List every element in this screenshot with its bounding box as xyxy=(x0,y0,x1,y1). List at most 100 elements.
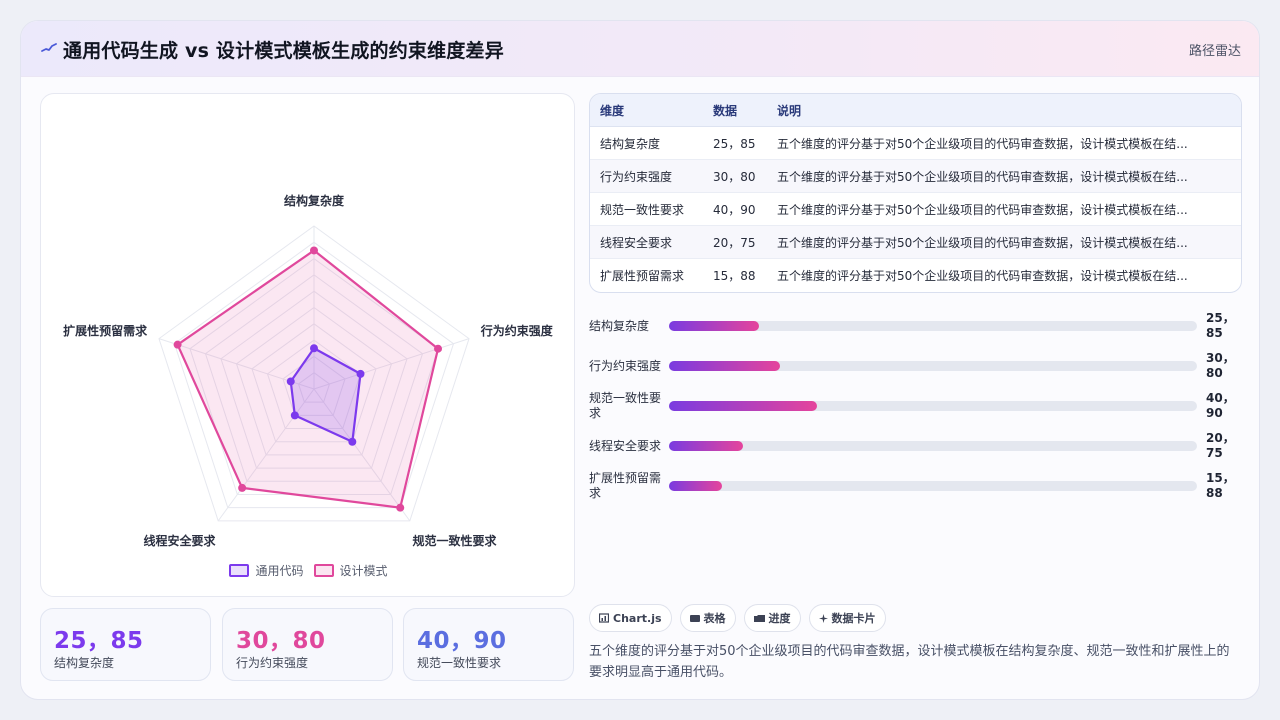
progress-label: 行为约束强度 xyxy=(589,358,662,373)
stat-card: 25，85 结构复杂度 xyxy=(40,608,211,681)
stat-label: 规范一致性要求 xyxy=(417,656,502,670)
feature-chips: Chart.js 表格 进度 数据卡片 xyxy=(589,604,886,632)
chip-table[interactable]: 表格 xyxy=(679,604,736,632)
cell-note: 五个维度的评分基于对50个企业级项目的代码审查数据，设计模式模板在结... xyxy=(777,136,1188,151)
legend-item-pattern[interactable]: 设计模式 xyxy=(313,560,388,580)
col-header-note[interactable]: 说明 xyxy=(767,102,1241,119)
table-row: 线程安全要求 20，75 五个维度的评分基于对50个企业级项目的代码审查数据，设… xyxy=(590,226,1241,259)
data-point xyxy=(286,377,295,386)
stat-value: 30，80 xyxy=(236,628,326,654)
cell-data: 20，75 xyxy=(713,235,756,250)
chip-label: 表格 xyxy=(703,612,726,625)
cell-dimension: 线程安全要求 xyxy=(600,235,673,250)
data-point xyxy=(348,437,357,446)
cell-data: 15，88 xyxy=(713,269,756,283)
legend-swatch-general xyxy=(229,563,250,577)
progress-fill xyxy=(669,441,743,451)
table-row: 行为约束强度 30，80 五个维度的评分基于对50个企业级项目的代码审查数据，设… xyxy=(590,160,1241,193)
chip-label: 进度 xyxy=(768,612,791,625)
progress-value: 40，90 xyxy=(1206,391,1235,420)
header: 通用代码生成 vs 设计模式模板生成的约束维度差异 路径雷达 xyxy=(21,21,1259,77)
dashboard-card: 通用代码生成 vs 设计模式模板生成的约束维度差异 路径雷达 结构复杂度行为约束… xyxy=(20,20,1260,700)
cell-note: 五个维度的评分基于对50个企业级项目的代码审查数据，设计模式模板在结... xyxy=(777,169,1188,184)
cell-data: 40，90 xyxy=(713,202,756,217)
axis-label: 线程安全要求 xyxy=(143,533,216,548)
progress-row: 扩展性预留需求 15，88 xyxy=(589,466,1242,506)
progress-track xyxy=(669,481,1197,491)
cell-dimension: 行为约束强度 xyxy=(600,169,673,184)
sparkle-icon xyxy=(818,613,828,623)
progress-track xyxy=(669,361,1197,371)
data-point xyxy=(310,246,318,255)
progress-track xyxy=(669,401,1197,411)
progress-list: 结构复杂度 25，85 行为约束强度 30，80 规范一致性要求 40，90 线… xyxy=(589,306,1242,506)
data-point xyxy=(356,369,365,378)
stat-label: 结构复杂度 xyxy=(54,656,115,670)
cell-data: 25，85 xyxy=(713,136,756,151)
cell-dimension: 规范一致性要求 xyxy=(600,202,685,217)
data-table: 维度 数据 说明 结构复杂度 25，85 五个维度的评分基于对50个企业级项目的… xyxy=(589,93,1242,293)
progress-row: 线程安全要求 20，75 xyxy=(589,426,1242,466)
progress-fill xyxy=(669,481,722,491)
legend-item-general[interactable]: 通用代码 xyxy=(229,560,304,580)
chip-label: 数据卡片 xyxy=(831,612,876,625)
data-point xyxy=(173,340,182,349)
progress-icon xyxy=(753,615,765,622)
axis-label: 扩展性预留需求 xyxy=(63,323,148,338)
table-row: 结构复杂度 25，85 五个维度的评分基于对50个企业级项目的代码审查数据，设计… xyxy=(590,127,1241,160)
axis-label: 行为约束强度 xyxy=(480,323,554,338)
stat-card: 30，80 行为约束强度 xyxy=(222,608,393,681)
stat-value: 40，90 xyxy=(417,628,507,654)
cell-dimension: 结构复杂度 xyxy=(600,136,661,151)
chart-legend: 通用代码 设计模式 xyxy=(41,560,576,580)
data-point xyxy=(396,503,405,512)
progress-track xyxy=(669,321,1197,331)
col-header-data[interactable]: 数据 xyxy=(703,102,767,119)
cell-note: 五个维度的评分基于对50个企业级项目的代码审查数据，设计模式模板在结... xyxy=(777,202,1188,217)
chip-data-card[interactable]: 数据卡片 xyxy=(808,604,886,632)
wave-icon xyxy=(41,43,57,52)
data-point xyxy=(310,344,318,353)
chart-icon xyxy=(599,613,609,623)
legend-label-pattern: 设计模式 xyxy=(339,563,388,578)
chip-chartjs[interactable]: Chart.js xyxy=(589,604,672,632)
table-icon xyxy=(689,615,700,622)
axis-label: 规范一致性要求 xyxy=(413,533,498,548)
progress-fill xyxy=(669,361,780,371)
chip-progress[interactable]: 进度 xyxy=(743,604,801,632)
progress-value: 30，80 xyxy=(1206,351,1235,380)
progress-fill xyxy=(669,401,817,411)
cell-note: 五个维度的评分基于对50个企业级项目的代码审查数据，设计模式模板在结... xyxy=(777,235,1188,250)
legend-label-general: 通用代码 xyxy=(255,563,304,578)
cell-note: 五个维度的评分基于对50个企业级项目的代码审查数据，设计模式模板在结... xyxy=(777,269,1188,283)
progress-row: 结构复杂度 25，85 xyxy=(589,306,1242,346)
stat-value: 25，85 xyxy=(54,628,144,654)
progress-row: 规范一致性要求 40，90 xyxy=(589,386,1242,426)
cell-dimension: 扩展性预留需求 xyxy=(600,269,685,283)
radar-chart: 结构复杂度行为约束强度规范一致性要求 线程安全要求 扩展性预留需求 xyxy=(63,193,554,548)
radar-chart-panel: 结构复杂度 行为约束强度 规范一致性要求 线程安全要求 扩展性预留需求 通用代码 设计模… xyxy=(40,93,575,597)
page-title: 通用代码生成 vs 设计模式模板生成的约束维度差异 xyxy=(63,40,504,62)
progress-value: 20，75 xyxy=(1206,431,1235,460)
progress-track xyxy=(669,441,1197,451)
progress-fill xyxy=(669,321,759,331)
col-header-dimension[interactable]: 维度 xyxy=(590,102,703,119)
chart-description: 五个维度的评分基于对50个企业级项目的代码审查数据，设计模式模板在结构复杂度、规… xyxy=(589,644,1230,680)
progress-row: 行为约束强度 30，80 xyxy=(589,346,1242,386)
table-row: 扩展性预留需求 15，88 五个维度的评分基于对50个企业级项目的代码审查数据，… xyxy=(590,259,1241,292)
data-point xyxy=(290,411,299,420)
progress-value: 15，88 xyxy=(1206,471,1235,500)
data-point xyxy=(238,483,247,492)
progress-label: 结构复杂度 xyxy=(589,318,650,333)
table-header: 维度 数据 说明 xyxy=(590,94,1241,127)
legend-swatch-pattern xyxy=(313,563,334,577)
stat-card: 40，90 规范一致性要求 xyxy=(403,608,574,681)
progress-label: 扩展性预留需求 xyxy=(589,471,662,500)
progress-label: 规范一致性要求 xyxy=(589,391,662,420)
cell-data: 30，80 xyxy=(713,169,756,184)
chip-label: Chart.js xyxy=(613,611,662,625)
table-row: 规范一致性要求 40，90 五个维度的评分基于对50个企业级项目的代码审查数据，… xyxy=(590,193,1241,226)
chart-kind-label: 路径雷达 xyxy=(1188,44,1241,59)
progress-value: 25，85 xyxy=(1206,311,1235,340)
progress-label: 线程安全要求 xyxy=(589,438,662,453)
